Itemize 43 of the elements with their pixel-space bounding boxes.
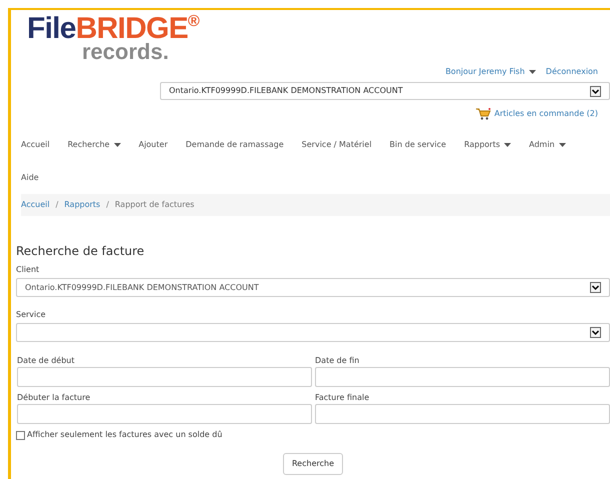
checkbox-label: Afficher seulement les factures avec un solde dû [27,429,222,441]
field-label: Client [16,264,40,276]
logo: FileBRIDGE® records. [27,14,199,63]
checkbox[interactable] [16,430,25,440]
nav-item[interactable]: Rapports [464,128,530,161]
field-label: Débuter la facture [17,393,92,402]
breadcrumb-separator: / [56,199,58,211]
breadcrumb-separator: / [106,199,109,211]
input-field[interactable] [17,367,312,387]
caret-icon [504,142,512,146]
service-select[interactable] [16,323,610,342]
logout-link[interactable]: Déconnexion [546,66,598,78]
dropdown-arrow-icon [590,327,601,338]
nav-item[interactable]: Bin de service [390,128,464,161]
account-select[interactable]: Ontario.KTF09999D.FILEBANK DEMONSTRATION ACCOUNT [160,82,610,100]
form-title: Recherche de facture [16,243,146,260]
user-menu[interactable]: Bonjour Jeremy Fish [445,66,536,78]
nav-item[interactable]: Service / Matériel [302,128,390,161]
caret-icon [114,142,121,146]
breadcrumb-current: Rapport de factures [114,199,194,211]
nav-item[interactable]: Demande de ramassage [186,128,302,161]
cart-icon [476,108,492,120]
field-label: Date de début [17,356,76,365]
search-button[interactable]: Recherche [282,453,343,475]
field-label: Date de fin [315,356,360,365]
field-label: Service [16,309,47,321]
breadcrumb-link[interactable]: Rapports [64,199,100,211]
breadcrumb-link[interactable]: Accueil [21,199,50,211]
caret-icon [558,142,566,146]
nav-item[interactable]: Recherche [68,128,139,161]
input-field[interactable] [315,404,610,424]
field-label: Facture finale [315,393,370,402]
caret-icon [528,70,536,74]
nav-item[interactable]: Admin [529,128,584,161]
dropdown-arrow-icon [590,282,601,293]
client-select[interactable]: Ontario.KTF09999D.FILEBANK DEMONSTRATION ACCOUNT [16,278,610,297]
nav-item[interactable]: Ajouter [138,128,186,161]
cart-link[interactable]: Articles en commande (2) [494,108,598,120]
nav-item[interactable]: Aide [21,161,57,194]
input-field[interactable] [17,404,312,424]
nav-item[interactable]: Accueil [21,128,68,161]
input-field[interactable] [315,367,610,387]
dropdown-arrow-icon [590,86,601,96]
